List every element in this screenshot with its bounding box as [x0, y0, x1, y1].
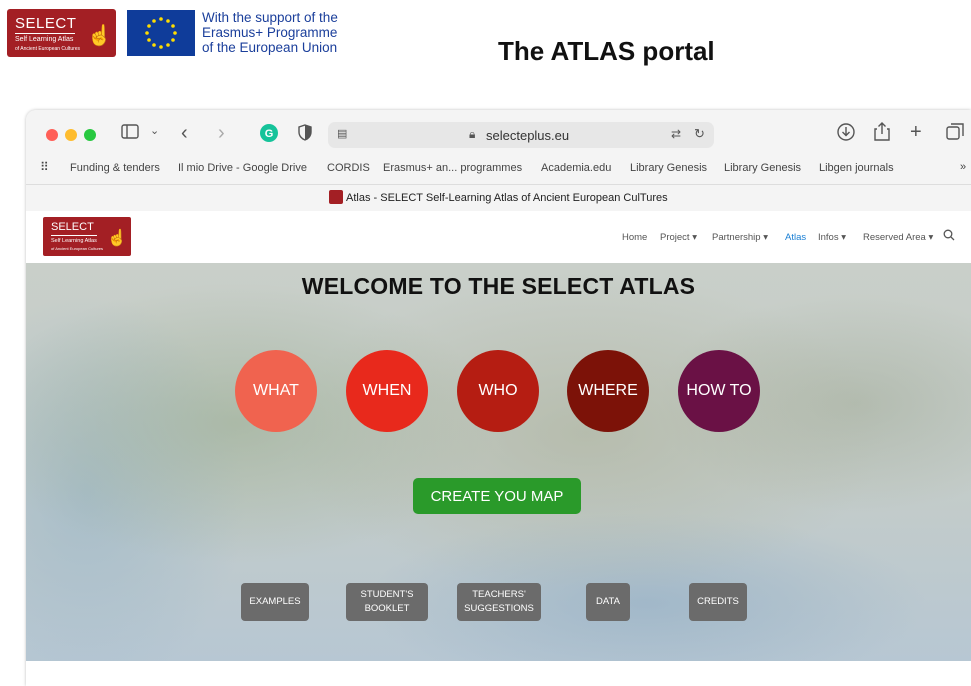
site-logo-title: SELECT: [51, 221, 94, 233]
examples-button[interactable]: EXAMPLES: [241, 583, 309, 621]
select-logo: SELECT Self Learning Atlas of Ancient Eu…: [7, 9, 116, 57]
hero-title: WELCOME TO THE SELECT ATLAS: [301, 273, 696, 299]
website: SELECT Self Learning Atlas of Ancient Eu…: [26, 211, 971, 686]
data-button[interactable]: DATA: [586, 583, 630, 621]
site-logo-tagline: of Ancient European Cultures: [51, 246, 104, 251]
menu-home[interactable]: Home: [622, 232, 647, 243]
bookmark-item[interactable]: Il mio Drive - Google Drive: [178, 162, 307, 174]
credits-button[interactable]: CREDITS: [689, 583, 747, 621]
shield-icon[interactable]: [298, 124, 312, 146]
create-map-button[interactable]: CREATE YOU MAP: [413, 478, 581, 514]
map-hero: WELCOME TO THE SELECT ATLAS WHAT WHEN WH…: [26, 263, 971, 661]
new-tab-icon[interactable]: +: [910, 121, 922, 144]
bookmark-item[interactable]: CORDIS: [327, 162, 370, 174]
select-logo-tagline: of Ancient European Cultures: [15, 46, 81, 52]
page-info-icon[interactable]: ▤: [337, 127, 347, 140]
downloads-icon[interactable]: [837, 123, 855, 146]
button-label: STUDENT'S: [360, 589, 414, 600]
button-label: CREDITS: [697, 596, 739, 607]
students-booklet-button[interactable]: STUDENT'S BOOKLET: [346, 583, 428, 621]
select-logo-title: SELECT: [15, 15, 77, 32]
tab-overview-icon[interactable]: [946, 123, 964, 146]
tab-title[interactable]: Atlas - SELECT Self-Learning Atlas of An…: [346, 192, 668, 204]
more-bookmarks-icon[interactable]: »: [960, 161, 966, 173]
button-label: BOOKLET: [364, 603, 410, 614]
address-bar[interactable]: ▤ 🔒︎ selecteplus.eu ⇄ ↻: [328, 122, 714, 148]
browser-toolbar: ⌄ ‹ › G ▤ 🔒︎ selecteplus.eu ⇄ ↻ +: [26, 110, 971, 158]
eu-support-line: Erasmus+ Programme: [202, 25, 338, 40]
bookmark-item[interactable]: Libgen journals: [819, 162, 894, 174]
button-label: TEACHERS': [472, 589, 526, 600]
where-button[interactable]: WHERE: [567, 350, 649, 432]
site-logo-subtitle: Self Learning Atlas: [51, 238, 97, 244]
url-text[interactable]: selecteplus.eu: [486, 128, 569, 143]
bookmark-item[interactable]: Erasmus+ an... programmes: [383, 162, 522, 174]
eu-support-line: of the European Union: [202, 40, 338, 55]
button-label: SUGGESTIONS: [464, 603, 534, 614]
eu-support-text: With the support of the Erasmus+ Program…: [202, 10, 338, 55]
svg-text:G: G: [265, 128, 274, 140]
chevron-down-icon[interactable]: ⌄: [150, 124, 159, 137]
button-label: EXAMPLES: [249, 596, 301, 607]
button-label: DATA: [596, 596, 620, 607]
lock-icon: 🔒︎: [469, 127, 476, 141]
menu-reserved-area[interactable]: Reserved Area ▾: [863, 232, 933, 243]
when-button[interactable]: WHEN: [346, 350, 428, 432]
eu-flag-icon: [127, 10, 195, 56]
slide-title: The ATLAS portal: [498, 36, 715, 66]
bookmarks-bar: ⠿ Funding & tenders Il mio Drive - Googl…: [26, 158, 971, 180]
back-arrow-icon[interactable]: ‹: [181, 122, 188, 145]
grammarly-icon[interactable]: G: [260, 124, 278, 147]
tab-bar: Atlas - SELECT Self-Learning Atlas of An…: [26, 184, 971, 211]
site-logo[interactable]: SELECT Self Learning Atlas of Ancient Eu…: [43, 217, 131, 256]
teachers-suggestions-button[interactable]: TEACHERS' SUGGESTIONS: [457, 583, 541, 621]
eu-support-line: With the support of the: [202, 10, 338, 25]
menu-project[interactable]: Project ▾: [660, 232, 697, 243]
zoom-window-button[interactable]: [84, 129, 96, 141]
site-header: SELECT Self Learning Atlas of Ancient Eu…: [26, 211, 971, 263]
reload-icon[interactable]: ↻: [694, 126, 705, 142]
share-icon[interactable]: [874, 122, 890, 146]
menu-infos[interactable]: Infos ▾: [818, 232, 846, 243]
sidebar-icon[interactable]: [121, 124, 139, 144]
select-logo-subtitle: Self Learning Atlas: [15, 36, 74, 43]
bookmark-item[interactable]: Funding & tenders: [70, 162, 160, 174]
logo-divider: [15, 33, 75, 34]
browser-window: ⌄ ‹ › G ▤ 🔒︎ selecteplus.eu ⇄ ↻ + ⠿ Fund…: [26, 110, 971, 686]
menu-partnership[interactable]: Partnership ▾: [712, 232, 768, 243]
pointer-hand-icon: ☝: [107, 230, 127, 247]
apps-grid-icon[interactable]: ⠿: [40, 160, 49, 174]
tab-favicon-icon: [329, 190, 343, 204]
minimize-window-button[interactable]: [65, 129, 77, 141]
page-footer: [26, 661, 971, 686]
bookmark-item[interactable]: Library Genesis: [724, 162, 801, 174]
forward-arrow-icon[interactable]: ›: [218, 122, 225, 145]
bookmark-item[interactable]: Academia.edu: [541, 162, 611, 174]
menu-atlas[interactable]: Atlas: [785, 232, 806, 243]
close-window-button[interactable]: [46, 129, 58, 141]
who-button[interactable]: WHO: [457, 350, 539, 432]
pointer-hand-icon: ☝: [87, 25, 112, 47]
what-button[interactable]: WHAT: [235, 350, 317, 432]
how-to-button[interactable]: HOW TO: [678, 350, 760, 432]
translate-icon[interactable]: ⇄: [671, 127, 681, 141]
bookmark-item[interactable]: Library Genesis: [630, 162, 707, 174]
search-icon[interactable]: [943, 229, 955, 244]
logo-divider: [51, 235, 97, 236]
